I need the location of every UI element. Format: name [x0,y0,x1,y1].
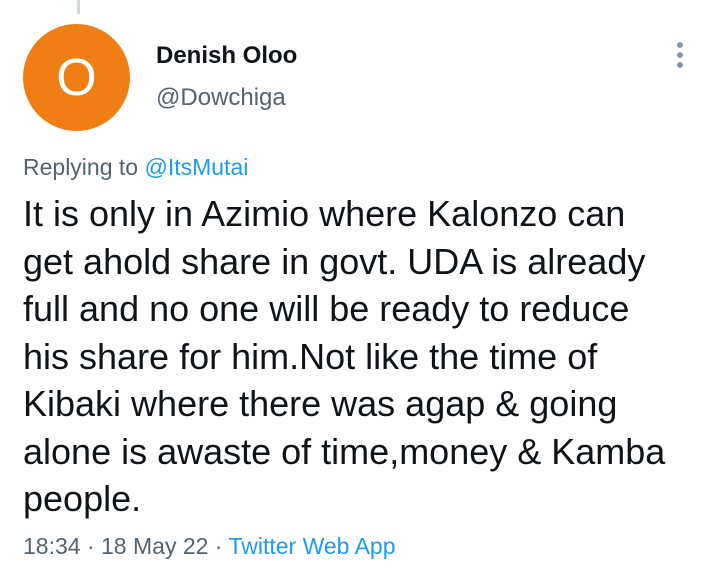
avatar[interactable]: O [23,24,130,131]
author-display-name[interactable]: Denish Oloo [156,42,297,70]
tweet-text-line: get ahold share in govt. UDA is already [23,240,646,282]
more-options-button[interactable] [664,38,696,72]
more-vertical-icon [677,62,683,68]
tweet-text: It is only in Azimio where Kalonzo can g… [23,190,698,523]
tweet-text-line: alone is awaste of time,money & Kamba [23,430,666,472]
tweet-date[interactable]: 18 May 22 [101,533,208,559]
tweet-text-line: It is only in Azimio where Kalonzo can [23,193,626,234]
author-handle[interactable]: @Dowchiga [156,84,286,112]
reply-mention-link[interactable]: @ItsMutai [144,154,248,180]
tweet-source-link[interactable]: Twitter Web App [228,533,395,559]
replying-to-label: Replying to [23,154,145,180]
meta-separator: · [80,533,102,559]
meta-separator: · [208,533,229,559]
replying-to: Replying to @ItsMutai [23,154,248,181]
tweet-text-line: full and no one will be ready to reduce [23,288,630,329]
more-vertical-icon [677,42,683,48]
tweet-time[interactable]: 18:34 [23,533,81,559]
thread-connector-line [77,0,80,14]
more-vertical-icon [677,52,683,58]
tweet-text-line: people. [23,478,142,519]
tweet-text-line: his share for him.Not like the time of [23,335,598,377]
tweet-metadata: 18:34 · 18 May 22 · Twitter Web App [23,533,396,560]
avatar-letter: O [56,48,97,107]
tweet-text-line: Kibaki where there was agap & going [23,383,618,424]
